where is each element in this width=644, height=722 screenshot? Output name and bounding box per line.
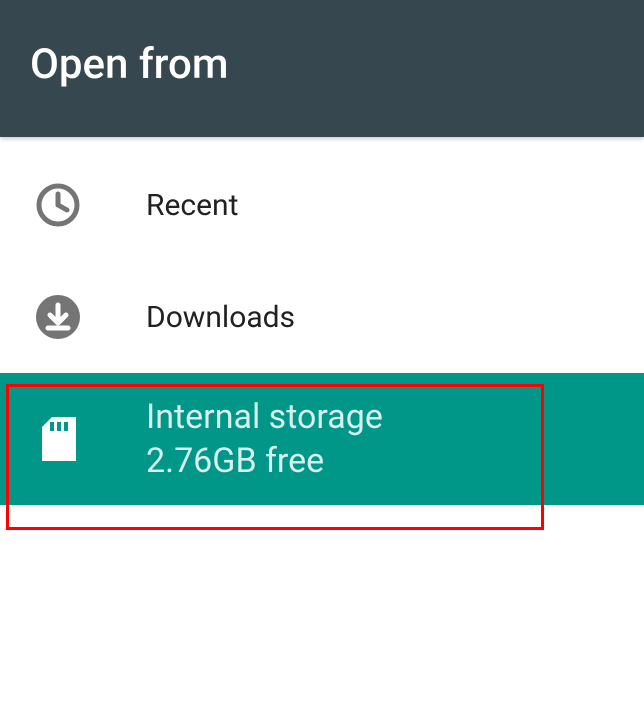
list-item-label: Downloads	[146, 298, 295, 337]
list-item-labels: Recent	[146, 186, 238, 225]
list-item-recent[interactable]: Recent	[0, 149, 644, 261]
list-item-label: Recent	[146, 186, 238, 225]
list-item-internal-storage[interactable]: Internal storage 2.76GB free	[0, 373, 644, 505]
sdcard-icon	[30, 411, 86, 467]
open-from-header: Open from	[0, 0, 644, 137]
page-title: Open from	[30, 40, 614, 89]
list-item-labels: Internal storage 2.76GB free	[146, 395, 383, 483]
download-icon	[30, 289, 86, 345]
list-item-label: Internal storage	[146, 395, 383, 439]
clock-icon	[30, 177, 86, 233]
list-item-labels: Downloads	[146, 298, 295, 337]
storage-location-list: Recent Downloads Internal storage	[0, 137, 644, 505]
list-item-downloads[interactable]: Downloads	[0, 261, 644, 373]
list-item-sublabel: 2.76GB free	[146, 439, 383, 483]
